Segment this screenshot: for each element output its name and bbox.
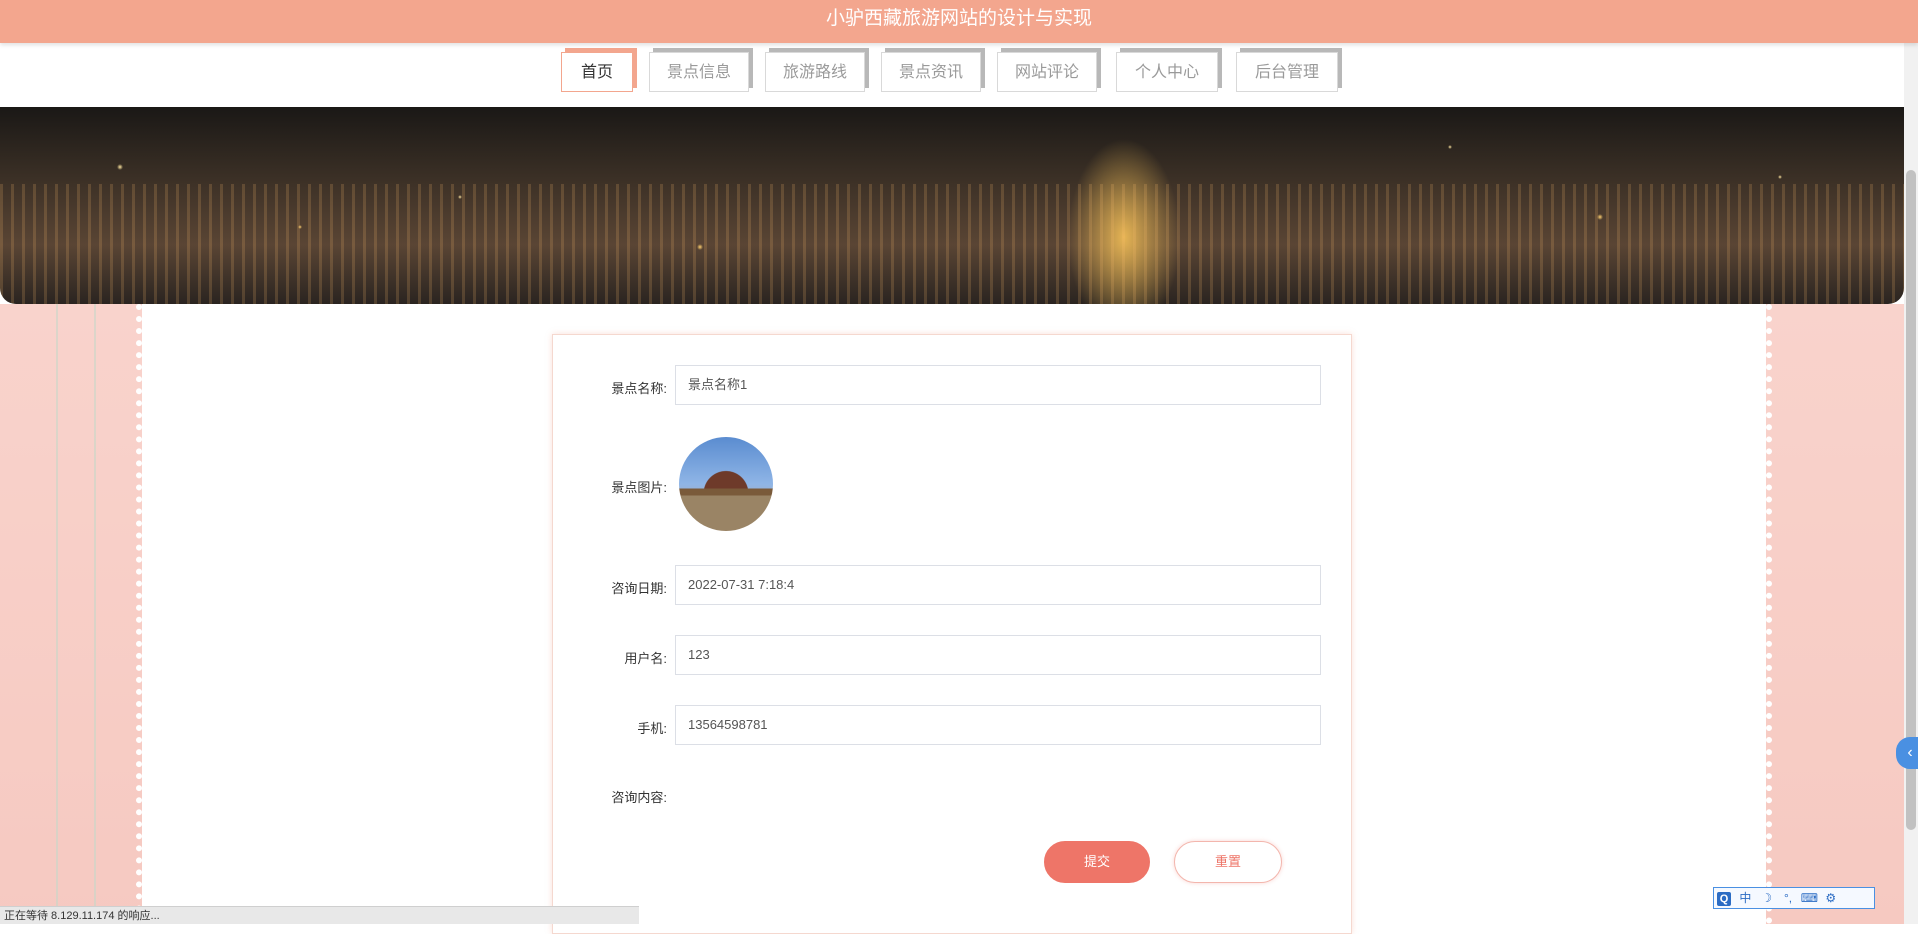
decor-stick <box>56 304 58 924</box>
decor-stick <box>94 304 96 924</box>
settings-icon[interactable]: ⚙ <box>1822 888 1840 908</box>
username-label: 用户名: <box>624 651 667 666</box>
moon-icon[interactable]: ☽ <box>1758 888 1776 908</box>
punctuation-icon[interactable]: °, <box>1779 888 1797 908</box>
tab-personal-center[interactable]: 个人中心 <box>1116 52 1218 92</box>
ime-logo-icon[interactable]: Q <box>1717 892 1731 906</box>
consult-date-field[interactable]: 2022-07-31 7:18:4 <box>675 565 1321 605</box>
banner-image <box>0 107 1904 304</box>
scenic-name-label: 景点名称: <box>611 381 667 396</box>
tab-home[interactable]: 首页 <box>561 52 633 92</box>
consult-content-label: 咨询内容: <box>611 790 667 805</box>
keyboard-icon[interactable]: ⌨ <box>1800 888 1818 908</box>
browser-status-bar: 正在等待 8.129.11.174 的响应... <box>0 906 639 924</box>
scrollbar-thumb[interactable] <box>1906 170 1916 830</box>
left-decoration <box>0 304 142 924</box>
phone-field[interactable]: 13564598781 <box>675 705 1321 745</box>
site-header: 小驴西藏旅游网站的设计与实现 <box>0 0 1918 43</box>
scenic-image-label: 景点图片: <box>611 480 667 495</box>
ime-toolbar[interactable]: Q 中 ☽ °, ⌨ ⚙ <box>1713 887 1875 909</box>
consult-date-label: 咨询日期: <box>611 581 667 596</box>
scenic-name-field[interactable]: 景点名称1 <box>675 365 1321 405</box>
tab-admin[interactable]: 后台管理 <box>1236 52 1338 92</box>
submit-button[interactable]: 提交 <box>1044 841 1150 883</box>
tab-scenic-news[interactable]: 景点资讯 <box>881 52 981 92</box>
right-decoration <box>1766 304 1918 924</box>
page-scrollbar[interactable] <box>1904 0 1918 924</box>
site-title: 小驴西藏旅游网站的设计与实现 <box>825 7 1092 29</box>
tab-site-comments[interactable]: 网站评论 <box>997 52 1097 92</box>
consult-form: 景点名称: 景点名称1 景点图片: 咨询日期: 2022-07-31 7:18:… <box>552 334 1352 934</box>
reset-button[interactable]: 重置 <box>1174 841 1282 883</box>
tab-scenic-info[interactable]: 景点信息 <box>649 52 749 92</box>
ime-mode-toggle[interactable]: 中 <box>1736 888 1754 908</box>
tab-travel-routes[interactable]: 旅游路线 <box>765 52 865 92</box>
username-field[interactable]: 123 <box>675 635 1321 675</box>
phone-label: 手机: <box>637 721 667 736</box>
scenic-image <box>679 437 773 531</box>
chevron-left-icon[interactable]: ‹ <box>1896 737 1918 769</box>
